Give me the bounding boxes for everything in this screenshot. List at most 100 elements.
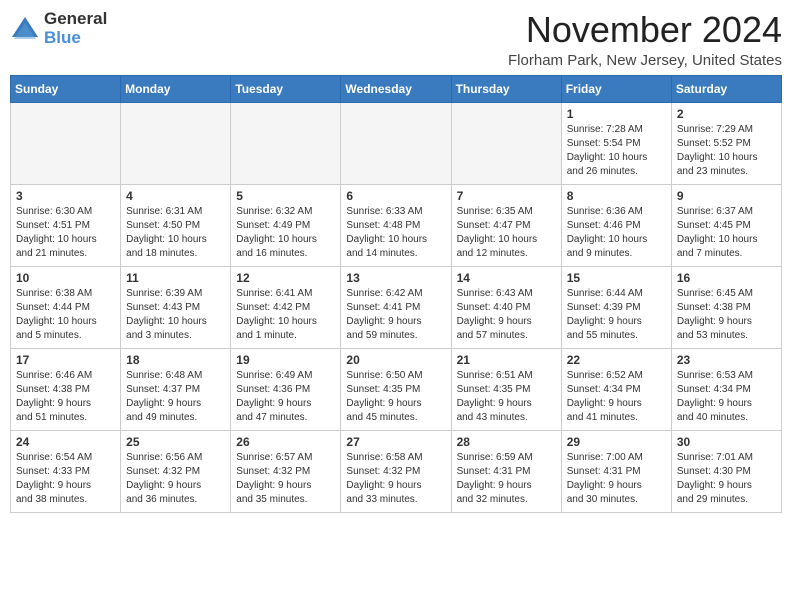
weekday-header: Saturday <box>671 75 781 102</box>
calendar-day-cell: 15 Sunrise: 6:44 AM Sunset: 4:39 PM Dayli… <box>561 266 671 348</box>
calendar-day-cell: 13 Sunrise: 6:42 AM Sunset: 4:41 PM Dayli… <box>341 266 451 348</box>
day-number: 10 <box>16 271 115 285</box>
weekday-header: Tuesday <box>231 75 341 102</box>
day-detail: Sunrise: 6:30 AM Sunset: 4:51 PM Dayligh… <box>16 205 115 261</box>
day-number: 23 <box>677 353 776 367</box>
day-detail: Sunrise: 6:57 AM Sunset: 4:32 PM Dayligh… <box>236 451 335 507</box>
calendar-day-cell <box>451 102 561 184</box>
day-detail: Sunrise: 6:52 AM Sunset: 4:34 PM Dayligh… <box>567 369 666 425</box>
calendar-day-cell: 29 Sunrise: 7:00 AM Sunset: 4:31 PM Dayli… <box>561 430 671 512</box>
day-detail: Sunrise: 6:56 AM Sunset: 4:32 PM Dayligh… <box>126 451 225 507</box>
day-detail: Sunrise: 6:53 AM Sunset: 4:34 PM Dayligh… <box>677 369 776 425</box>
day-number: 17 <box>16 353 115 367</box>
day-detail: Sunrise: 7:00 AM Sunset: 4:31 PM Dayligh… <box>567 451 666 507</box>
calendar-day-cell: 12 Sunrise: 6:41 AM Sunset: 4:42 PM Dayli… <box>231 266 341 348</box>
day-number: 14 <box>457 271 556 285</box>
day-number: 2 <box>677 107 776 121</box>
calendar-day-cell: 2 Sunrise: 7:29 AM Sunset: 5:52 PM Daylig… <box>671 102 781 184</box>
day-detail: Sunrise: 6:50 AM Sunset: 4:35 PM Dayligh… <box>346 369 445 425</box>
day-detail: Sunrise: 6:54 AM Sunset: 4:33 PM Dayligh… <box>16 451 115 507</box>
calendar-day-cell: 22Sunrise: 6:52 AM Sunset: 4:34 PM Dayli… <box>561 348 671 430</box>
day-number: 13 <box>346 271 445 285</box>
calendar-day-cell: 24 Sunrise: 6:54 AM Sunset: 4:33 PM Dayli… <box>11 430 121 512</box>
weekday-header: Monday <box>121 75 231 102</box>
calendar-day-cell: 3 Sunrise: 6:30 AM Sunset: 4:51 PM Daylig… <box>11 184 121 266</box>
day-number: 16 <box>677 271 776 285</box>
day-detail: Sunrise: 6:31 AM Sunset: 4:50 PM Dayligh… <box>126 205 225 261</box>
calendar-day-cell: 28Sunrise: 6:59 AM Sunset: 4:31 PM Dayli… <box>451 430 561 512</box>
calendar-day-cell: 23 Sunrise: 6:53 AM Sunset: 4:34 PM Dayli… <box>671 348 781 430</box>
calendar-day-cell: 8 Sunrise: 6:36 AM Sunset: 4:46 PM Daylig… <box>561 184 671 266</box>
day-number: 26 <box>236 435 335 449</box>
day-number: 15 <box>567 271 666 285</box>
day-detail: Sunrise: 6:51 AM Sunset: 4:35 PM Dayligh… <box>457 369 556 425</box>
day-detail: Sunrise: 6:48 AM Sunset: 4:37 PM Dayligh… <box>126 369 225 425</box>
weekday-header: Friday <box>561 75 671 102</box>
logo: General Blue <box>10 10 107 47</box>
day-detail: Sunrise: 6:44 AM Sunset: 4:39 PM Dayligh… <box>567 287 666 343</box>
day-detail: Sunrise: 6:59 AM Sunset: 4:31 PM Dayligh… <box>457 451 556 507</box>
calendar-day-cell: 4 Sunrise: 6:31 AM Sunset: 4:50 PM Daylig… <box>121 184 231 266</box>
day-detail: Sunrise: 6:38 AM Sunset: 4:44 PM Dayligh… <box>16 287 115 343</box>
calendar-day-cell <box>341 102 451 184</box>
day-number: 11 <box>126 271 225 285</box>
day-detail: Sunrise: 7:29 AM Sunset: 5:52 PM Dayligh… <box>677 123 776 179</box>
day-number: 3 <box>16 189 115 203</box>
day-detail: Sunrise: 6:43 AM Sunset: 4:40 PM Dayligh… <box>457 287 556 343</box>
day-detail: Sunrise: 6:39 AM Sunset: 4:43 PM Dayligh… <box>126 287 225 343</box>
logo-text: General Blue <box>44 10 107 47</box>
logo-blue-text: Blue <box>44 29 107 48</box>
day-detail: Sunrise: 6:41 AM Sunset: 4:42 PM Dayligh… <box>236 287 335 343</box>
day-number: 9 <box>677 189 776 203</box>
title-block: November 2024 Florham Park, New Jersey, … <box>508 10 782 69</box>
day-number: 7 <box>457 189 556 203</box>
calendar-day-cell <box>11 102 121 184</box>
calendar-day-cell: 21 Sunrise: 6:51 AM Sunset: 4:35 PM Dayli… <box>451 348 561 430</box>
weekday-header: Thursday <box>451 75 561 102</box>
calendar-day-cell: 17Sunrise: 6:46 AM Sunset: 4:38 PM Dayli… <box>11 348 121 430</box>
calendar-table: SundayMondayTuesdayWednesdayThursdayFrid… <box>10 75 782 513</box>
day-detail: Sunrise: 7:28 AM Sunset: 5:54 PM Dayligh… <box>567 123 666 179</box>
day-number: 20 <box>346 353 445 367</box>
calendar-week-row: 17Sunrise: 6:46 AM Sunset: 4:38 PM Dayli… <box>11 348 782 430</box>
calendar-day-cell: 7 Sunrise: 6:35 AM Sunset: 4:47 PM Daylig… <box>451 184 561 266</box>
calendar-week-row: 24 Sunrise: 6:54 AM Sunset: 4:33 PM Dayli… <box>11 430 782 512</box>
day-detail: Sunrise: 6:36 AM Sunset: 4:46 PM Dayligh… <box>567 205 666 261</box>
calendar-day-cell: 9 Sunrise: 6:37 AM Sunset: 4:45 PM Daylig… <box>671 184 781 266</box>
location-text: Florham Park, New Jersey, United States <box>508 52 782 69</box>
logo-general-text: General <box>44 10 107 29</box>
day-number: 1 <box>567 107 666 121</box>
day-detail: Sunrise: 6:32 AM Sunset: 4:49 PM Dayligh… <box>236 205 335 261</box>
day-detail: Sunrise: 6:35 AM Sunset: 4:47 PM Dayligh… <box>457 205 556 261</box>
day-number: 24 <box>16 435 115 449</box>
calendar-day-cell: 6Sunrise: 6:33 AM Sunset: 4:48 PM Daylig… <box>341 184 451 266</box>
day-number: 12 <box>236 271 335 285</box>
calendar-day-cell: 26 Sunrise: 6:57 AM Sunset: 4:32 PM Dayli… <box>231 430 341 512</box>
day-number: 21 <box>457 353 556 367</box>
calendar-day-cell: 19Sunrise: 6:49 AM Sunset: 4:36 PM Dayli… <box>231 348 341 430</box>
calendar-week-row: 1 Sunrise: 7:28 AM Sunset: 5:54 PM Daylig… <box>11 102 782 184</box>
page-header: General Blue November 2024 Florham Park,… <box>10 10 782 69</box>
calendar-day-cell: 18 Sunrise: 6:48 AM Sunset: 4:37 PM Dayli… <box>121 348 231 430</box>
day-number: 25 <box>126 435 225 449</box>
logo-icon <box>10 15 40 45</box>
day-number: 18 <box>126 353 225 367</box>
day-number: 8 <box>567 189 666 203</box>
day-number: 27 <box>346 435 445 449</box>
day-detail: Sunrise: 6:45 AM Sunset: 4:38 PM Dayligh… <box>677 287 776 343</box>
calendar-day-cell: 1 Sunrise: 7:28 AM Sunset: 5:54 PM Daylig… <box>561 102 671 184</box>
day-number: 5 <box>236 189 335 203</box>
calendar-day-cell: 27Sunrise: 6:58 AM Sunset: 4:32 PM Dayli… <box>341 430 451 512</box>
day-detail: Sunrise: 6:42 AM Sunset: 4:41 PM Dayligh… <box>346 287 445 343</box>
day-detail: Sunrise: 7:01 AM Sunset: 4:30 PM Dayligh… <box>677 451 776 507</box>
day-number: 4 <box>126 189 225 203</box>
day-detail: Sunrise: 6:49 AM Sunset: 4:36 PM Dayligh… <box>236 369 335 425</box>
calendar-day-cell <box>231 102 341 184</box>
day-detail: Sunrise: 6:37 AM Sunset: 4:45 PM Dayligh… <box>677 205 776 261</box>
day-number: 29 <box>567 435 666 449</box>
calendar-day-cell: 14 Sunrise: 6:43 AM Sunset: 4:40 PM Dayli… <box>451 266 561 348</box>
calendar-day-cell: 16 Sunrise: 6:45 AM Sunset: 4:38 PM Dayli… <box>671 266 781 348</box>
calendar-day-cell: 10 Sunrise: 6:38 AM Sunset: 4:44 PM Dayli… <box>11 266 121 348</box>
calendar-day-cell: 5 Sunrise: 6:32 AM Sunset: 4:49 PM Daylig… <box>231 184 341 266</box>
calendar-week-row: 10 Sunrise: 6:38 AM Sunset: 4:44 PM Dayli… <box>11 266 782 348</box>
